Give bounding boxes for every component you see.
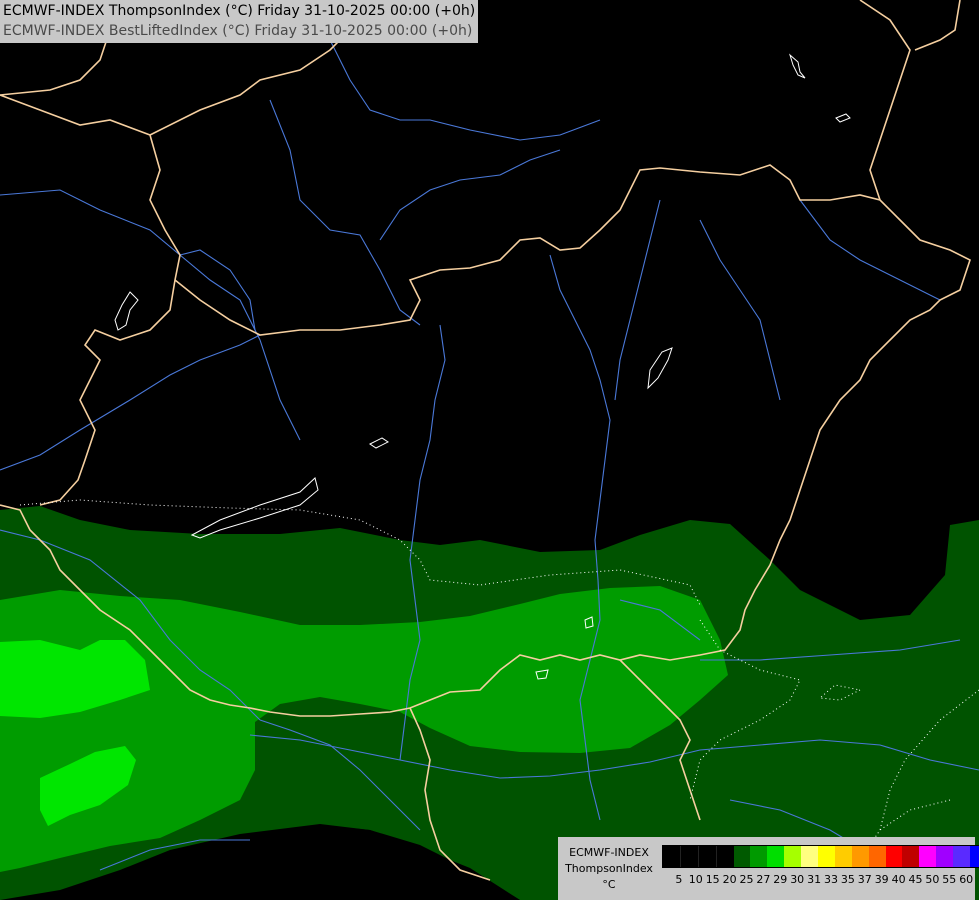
legend-tick-label: 27: [756, 873, 771, 886]
legend-swatch: [697, 846, 716, 867]
legend-tick-label: 33: [824, 873, 838, 886]
legend-tick-label: 20: [722, 873, 737, 886]
legend-tick-label: 30: [790, 873, 805, 886]
legend-model: ECMWF-INDEX: [569, 846, 649, 859]
color-legend: ECMWF-INDEX ThompsonIndex °C 5 10 15 20 25 27…: [558, 837, 979, 900]
legend-swatch: [801, 846, 819, 867]
legend-tick-label: 35: [840, 873, 855, 886]
legend-swatch: [750, 846, 768, 867]
legend-swatch: [818, 846, 835, 867]
legend-swatch: [733, 846, 751, 867]
weather-map: [0, 0, 979, 900]
legend-swatch: [834, 846, 852, 867]
legend-tick-label: 5: [675, 873, 683, 886]
legend-swatch: [919, 846, 937, 867]
legend-tick-label: 40: [891, 873, 906, 886]
legend-parameter: ThompsonIndex: [565, 862, 653, 875]
legend-tick-label: 60: [959, 873, 974, 886]
legend-title: ECMWF-INDEX ThompsonIndex °C: [558, 845, 660, 893]
legend-swatch: [663, 846, 680, 867]
legend-swatch: [953, 846, 971, 867]
legend-tick-label: 31: [807, 873, 822, 886]
legend-swatch: [902, 846, 920, 867]
legend-unit: °C: [602, 878, 616, 891]
legend-swatch: [936, 846, 954, 867]
legend-tick-label: 25: [739, 873, 754, 886]
primary-parameter-title: ECMWF-INDEX ThompsonIndex (°C) Friday 31…: [3, 3, 476, 19]
legend-tick-label: 55: [942, 873, 957, 886]
legend-swatch: [851, 846, 869, 867]
legend-swatch: [970, 846, 979, 867]
legend-tick-label: 37: [857, 873, 872, 886]
legend-swatch: [885, 846, 903, 867]
legend-tick-label: 45: [908, 873, 923, 886]
legend-ticks: 5 10 15 20 25 27 29 30 31 33 35 37 39 40 45 50 55 60: [662, 873, 974, 887]
map-title: ECMWF-INDEX ThompsonIndex (°C) Friday 31…: [0, 0, 479, 43]
legend-swatch: [868, 846, 886, 867]
legend-swatch: [784, 846, 802, 867]
legend-swatch: [767, 846, 785, 867]
legend-swatch: [715, 846, 734, 867]
legend-swatch: [679, 846, 698, 867]
legend-tick-label: 50: [925, 873, 940, 886]
secondary-parameter-title: ECMWF-INDEX BestLiftedIndex (°C) Friday …: [3, 23, 473, 39]
legend-swatches: [662, 845, 979, 868]
legend-tick-label: 29: [773, 873, 788, 886]
legend-tick-label: 39: [874, 873, 889, 886]
legend-tick-label: 10: [688, 873, 703, 886]
legend-tick-label: 15: [705, 873, 720, 886]
